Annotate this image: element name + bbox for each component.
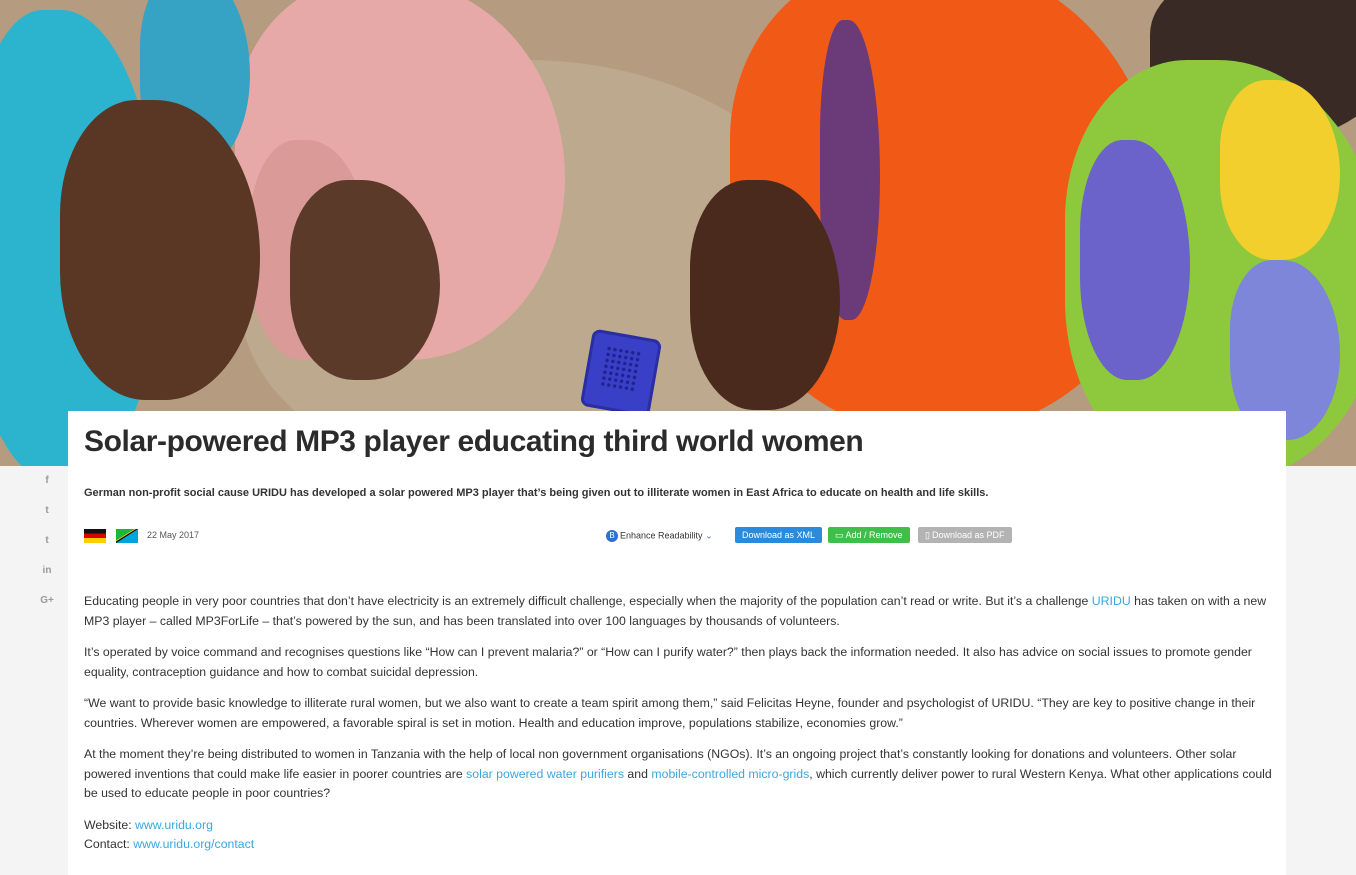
website-line: Website: www.uridu.org	[84, 816, 1274, 836]
uridu-link[interactable]: URIDU	[1092, 594, 1131, 608]
download-pdf-button[interactable]: ▯ Download as PDF	[918, 527, 1012, 543]
contact-label: Contact:	[84, 837, 134, 851]
add-remove-button[interactable]: ▭ Add / Remove	[828, 527, 910, 543]
googleplus-icon[interactable]: G+	[36, 590, 58, 612]
contact-link[interactable]: www.uridu.org/contact	[133, 837, 254, 851]
hero-mp3-player	[579, 328, 663, 418]
document-icon: ▯	[925, 530, 930, 540]
tumblr-icon[interactable]: t	[36, 530, 58, 552]
paragraph-1: Educating people in very poor countries …	[84, 592, 1274, 631]
article-meta: 22 May 2017 B Enhance Readability ⌄ Downl…	[84, 527, 1274, 543]
paragraph-text: Educating people in very poor countries …	[84, 594, 1092, 608]
paragraph-3: “We want to provide basic knowledge to i…	[84, 696, 1256, 730]
contact-info: Website: www.uridu.org Contact: www.urid…	[84, 816, 1274, 855]
article-date: 22 May 2017	[147, 530, 200, 540]
folder-icon: ▭	[835, 530, 844, 540]
paragraph-text: and	[624, 766, 652, 781]
chevron-down-icon: ⌄	[705, 530, 713, 541]
website-label: Website:	[84, 817, 136, 832]
share-bar: f t t in G+	[36, 470, 58, 620]
water-purifiers-link[interactable]: solar powered water purifiers	[466, 767, 624, 781]
tanzania-flag-icon[interactable]	[116, 529, 138, 543]
article-body: Educating people in very poor countries …	[84, 592, 1274, 855]
germany-flag-icon[interactable]	[84, 529, 106, 543]
twitter-icon[interactable]: t	[36, 500, 58, 522]
facebook-icon[interactable]: f	[36, 470, 58, 492]
add-remove-label: Add / Remove	[845, 530, 903, 540]
article-card: Solar-powered MP3 player educating third…	[68, 411, 1286, 875]
linkedin-icon[interactable]: in	[36, 560, 58, 582]
download-pdf-label: Download as PDF	[931, 530, 1005, 540]
contact-line: Contact: www.uridu.org/contact	[84, 835, 1274, 855]
readability-icon: B	[606, 530, 618, 542]
article-title: Solar-powered MP3 player educating third…	[84, 425, 864, 458]
website-link[interactable]: www.uridu.org	[135, 818, 213, 832]
paragraph-4: At the moment they’re being distributed …	[84, 745, 1274, 804]
paragraph-2: It’s operated by voice command and recog…	[84, 645, 1252, 679]
article-lede: German non-profit social cause URIDU has…	[84, 487, 989, 499]
micro-grids-link[interactable]: mobile-controlled micro-grids	[651, 767, 809, 781]
enhance-readability-label: Enhance Readability	[620, 530, 703, 541]
hero-image	[0, 0, 1356, 466]
download-xml-button[interactable]: Download as XML	[735, 527, 823, 543]
enhance-readability-toggle[interactable]: B Enhance Readability ⌄	[606, 530, 713, 542]
